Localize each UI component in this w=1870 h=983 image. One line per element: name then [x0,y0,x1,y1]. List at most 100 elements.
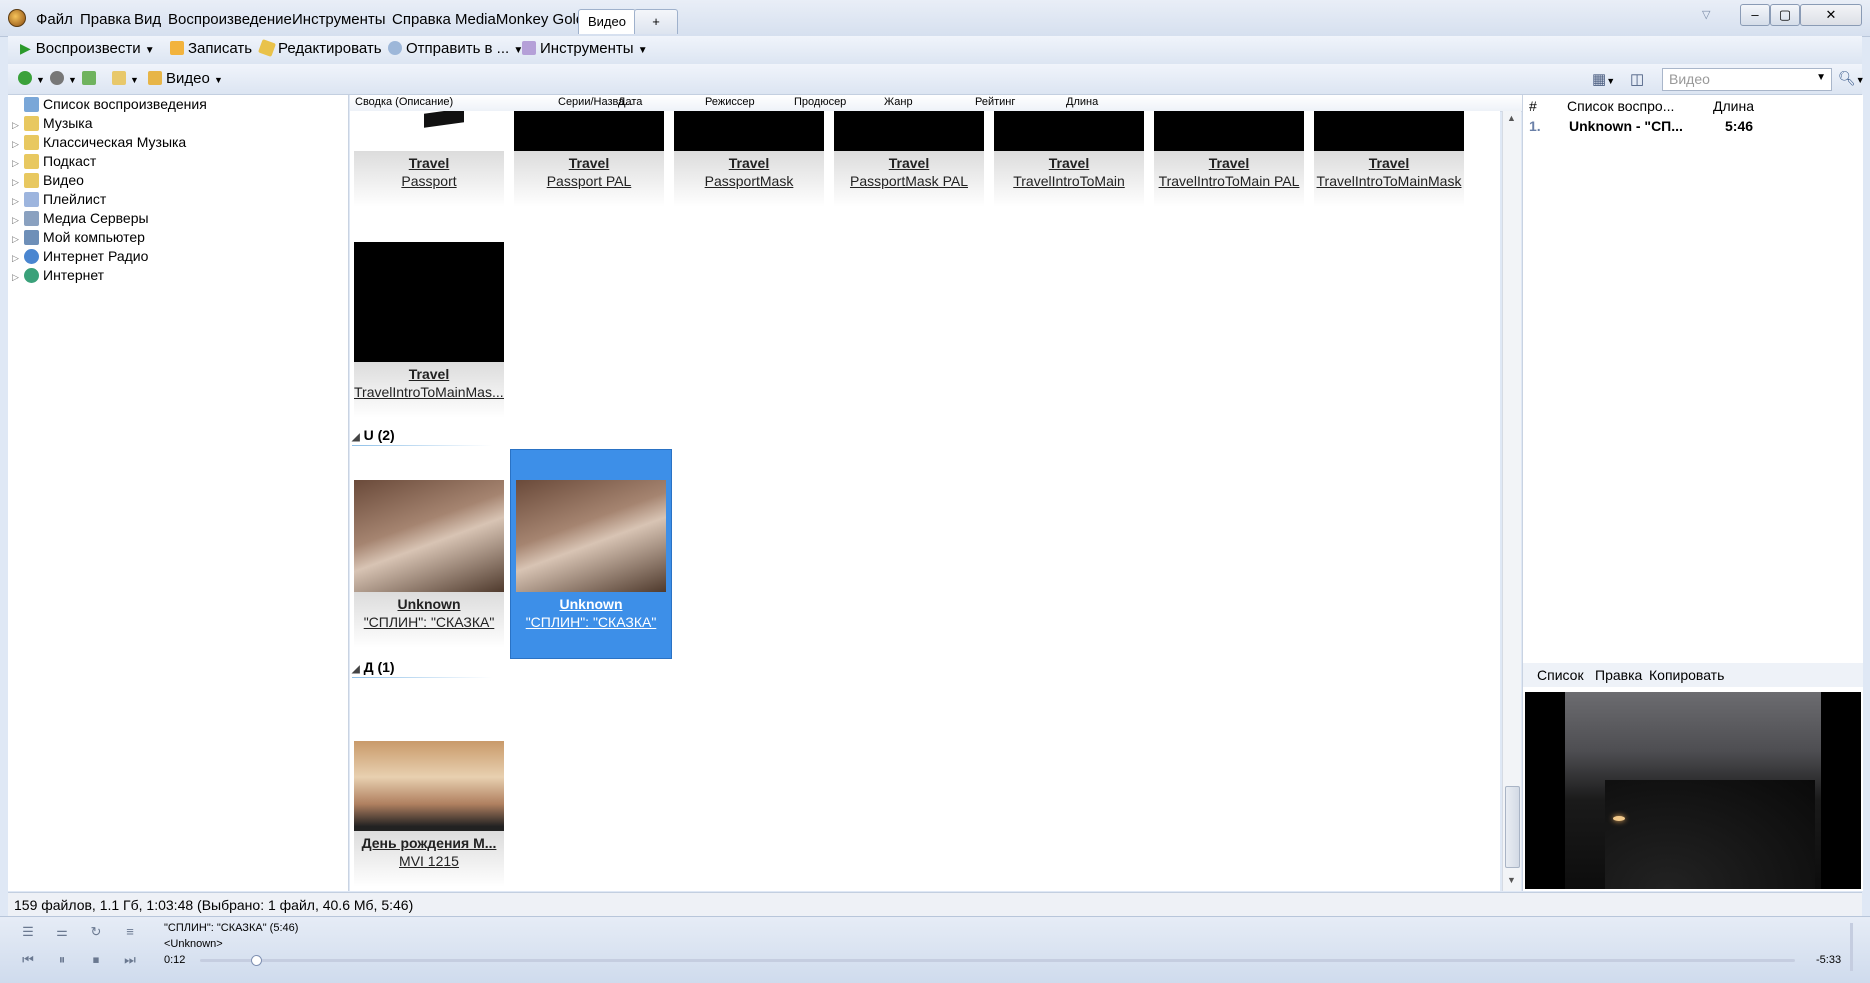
menu-icon[interactable]: ≡ [120,923,140,941]
card-title: Travel [568,155,610,171]
music-icon [24,116,39,131]
video-card[interactable]: День рождения М... MVI 1215 [354,741,504,887]
playlist-col-length[interactable]: Длина [1713,98,1754,114]
group-header-u[interactable]: ◢ U (2) [352,427,492,446]
library-button[interactable] [82,70,100,87]
video-thumbnail [354,741,504,831]
main-toolbar: ▶ Воспроизвести ▼ Записать Редактировать … [8,36,1862,65]
pause-icon[interactable]: ⏸ [52,951,72,969]
status-text: 159 файлов, 1.1 Гб, 1:03:48 (Выбрано: 1 … [14,897,414,913]
playlist-edit-button[interactable]: Правка [1595,667,1642,683]
tree-item-classical[interactable]: ▷ Классическая Музыка [12,133,186,152]
menu-help[interactable]: Справка [392,11,451,28]
video-card[interactable]: Travel TravelIntroToMain [994,111,1144,207]
up-folder-button[interactable]: ▼ [112,70,139,87]
column-length[interactable]: Длина [1066,96,1098,108]
card-title: Travel [1208,155,1250,171]
burn-icon [170,41,184,55]
tab-add[interactable]: + [634,9,678,34]
library-tree: Список воспроизведения ▷ Музыка ▷ Классиче… [8,95,349,891]
next-icon[interactable]: ⏭ [120,951,140,969]
tree-item-internet[interactable]: ▷ Интернет [12,266,104,285]
playlist-list-button[interactable]: Список [1537,667,1584,683]
play-button[interactable]: ▶ Воспроизвести ▼ [20,40,155,57]
menu-gold[interactable]: MediaMonkey Gold [455,11,584,28]
previous-icon[interactable]: ⏮ [18,951,38,969]
send-to-button[interactable]: Отправить в ... ▼ [388,40,523,57]
close-button[interactable]: ✕ [1800,4,1862,26]
playlist-row[interactable]: 1. Unknown - "СП... 5:46 [1523,117,1863,135]
breadcrumb[interactable]: Видео ▼ [148,70,223,87]
volume-slider[interactable] [1850,923,1853,971]
playlist-toggle-icon[interactable]: ☰ [18,923,38,941]
search-button[interactable]: 🔍︎▼ [1838,70,1865,87]
playlist-row-length: 5:46 [1725,118,1754,134]
app-logo-icon[interactable] [8,9,26,27]
scroll-up-icon[interactable]: ▲ [1507,113,1516,123]
search-scope-dropdown[interactable]: Видео ▼ [1662,68,1832,91]
video-card-selected[interactable]: Unknown "СПЛИН": "СКАЗКА" [510,449,672,659]
video-preview[interactable] [1525,692,1861,889]
stop-icon[interactable]: ⏹ [86,951,106,969]
seek-bar[interactable] [200,959,1795,962]
menu-edit[interactable]: Правка [80,11,131,28]
card-name: PassportMask [704,173,794,189]
tree-item-playlists[interactable]: ▷ Плейлист [12,190,106,209]
card-title: Unknown [559,596,623,612]
video-card[interactable]: Unknown "СПЛИН": "СКАЗКА" [354,450,504,648]
card-name: TravelIntroToMainMask [1316,173,1462,189]
scroll-thumb[interactable] [1505,786,1520,868]
edit-button[interactable]: Редактировать [258,39,382,57]
video-card[interactable]: Travel TravelIntroToMainMas.... [354,242,504,418]
column-date[interactable]: Дата [618,96,642,108]
maximize-button[interactable]: ▢ [1770,4,1800,26]
minimize-button[interactable]: – [1740,4,1770,26]
video-card[interactable]: Travel Passport [354,111,504,207]
tree-item-podcast[interactable]: ▷ Подкаст [12,152,96,171]
column-rating[interactable]: Рейтинг [975,96,1015,108]
seek-handle[interactable] [250,955,262,966]
tree-item-internet-radio[interactable]: ▷ Интернет Радио [12,247,148,266]
burn-button[interactable]: Записать [170,40,252,57]
now-playing-panel: # Список воспро... Длина 1. Unknown - "С… [1522,95,1863,891]
video-card[interactable]: Travel TravelIntroToMainMask [1314,111,1464,207]
card-title: Unknown [397,596,461,612]
menu-playback[interactable]: Воспроизведение [168,11,292,28]
chevron-down-icon[interactable]: ▽ [1702,8,1710,21]
group-header-d[interactable]: ◢ Д (1) [352,659,492,678]
send-icon [388,41,402,55]
equalizer-icon[interactable]: ⚌ [52,923,72,941]
forward-button[interactable]: ▼ [50,70,77,87]
playlist-icon [24,97,39,112]
tools-button[interactable]: Инструменты ▼ [522,40,648,57]
tree-item-now-playing[interactable]: Список воспроизведения [12,95,207,114]
video-card[interactable]: Travel TravelIntroToMain PAL [1154,111,1304,207]
column-genre[interactable]: Жанр [884,96,913,108]
playlist-col-title[interactable]: Список воспро... [1567,98,1674,114]
collapse-icon: ◢ [352,432,360,443]
back-button[interactable]: ▼ [18,70,45,87]
view-mode-button[interactable]: ▦▼ [1592,70,1615,88]
tree-item-music[interactable]: ▷ Музыка [12,114,93,133]
column-summary[interactable]: Сводка (Описание) [355,96,453,108]
column-director[interactable]: Режиссер [705,96,755,108]
scroll-down-icon[interactable]: ▼ [1507,875,1516,885]
column-producer[interactable]: Продюсер [794,96,846,108]
tree-item-my-computer[interactable]: ▷ Мой компьютер [12,228,145,247]
pencil-icon [258,39,276,57]
menu-file[interactable]: Файл [36,11,73,28]
columns-toggle-button[interactable]: ◫ [1630,70,1644,88]
tree-item-media-servers[interactable]: ▷ Медиа Серверы [12,209,149,228]
video-card[interactable]: Travel PassportMask PAL [834,111,984,207]
video-card[interactable]: Travel PassportMask [674,111,824,207]
grid-scrollbar[interactable]: ▲ ▼ [1502,111,1521,891]
menu-view[interactable]: Вид [134,11,161,28]
menu-bar: Файл Правка Вид Воспроизведение Инструме… [0,0,1870,37]
video-card[interactable]: Travel Passport PAL [514,111,664,207]
playlist-col-num[interactable]: # [1529,98,1537,114]
repeat-icon[interactable]: ↻ [86,923,106,941]
playlist-copy-button[interactable]: Копировать [1649,667,1724,683]
tab-video[interactable]: Видео [578,9,636,34]
tree-item-video[interactable]: ▷ Видео [12,171,84,190]
menu-tools[interactable]: Инструменты [292,11,386,28]
